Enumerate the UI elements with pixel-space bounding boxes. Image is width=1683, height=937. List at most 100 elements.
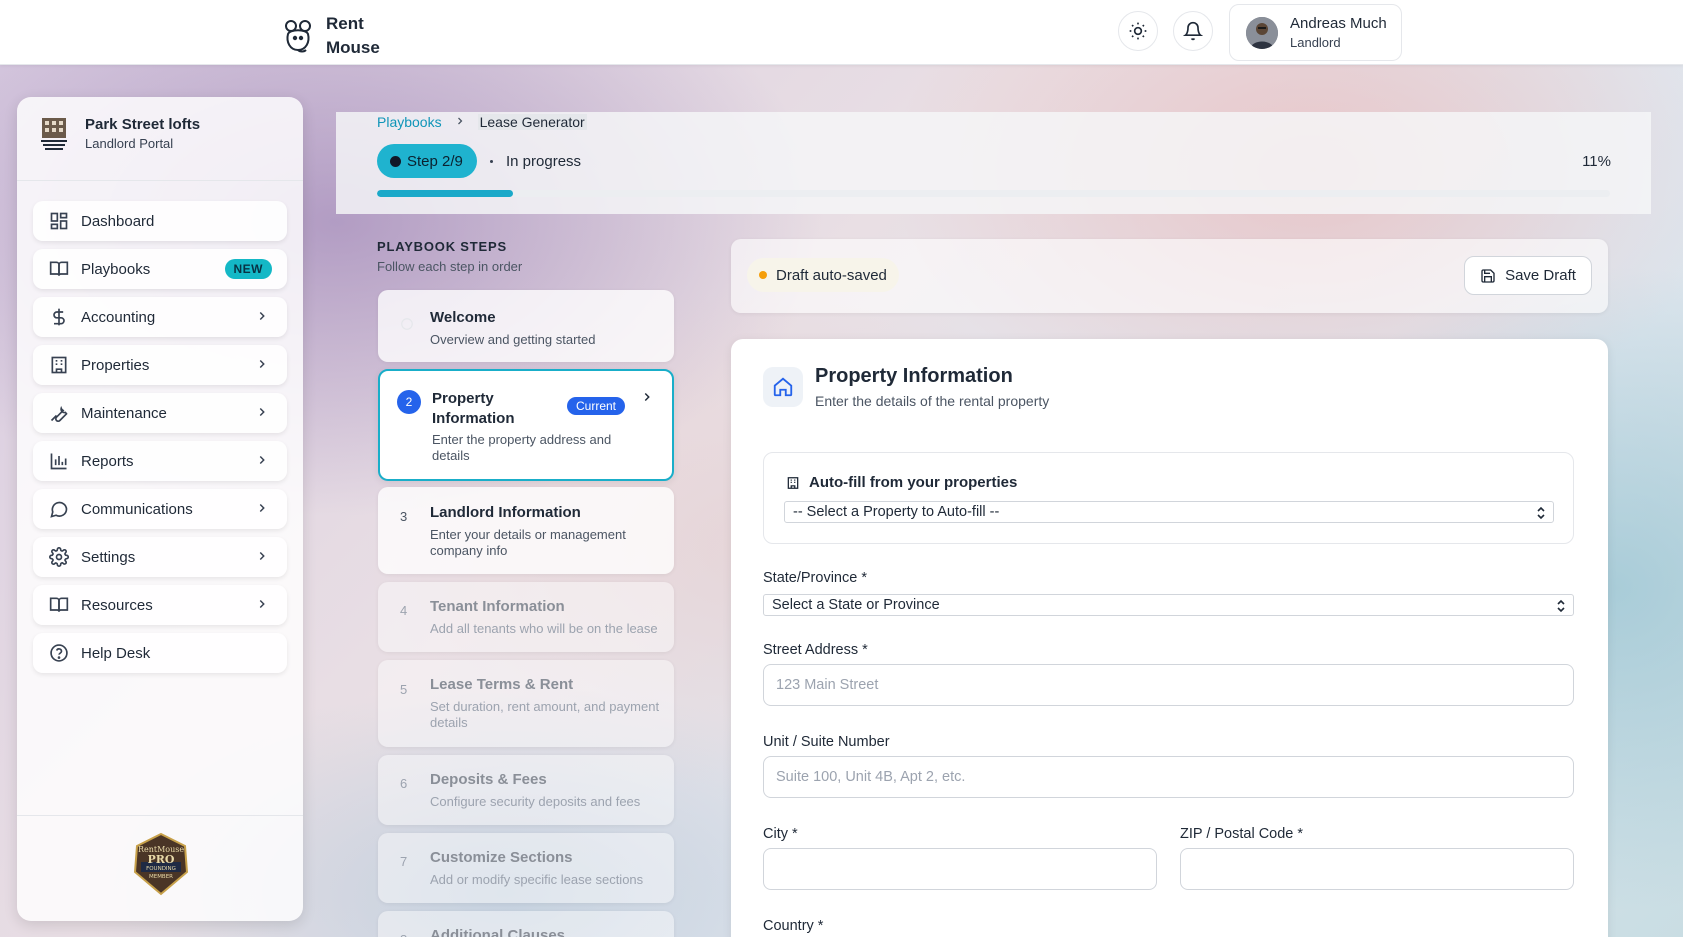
- step-number: 4: [400, 603, 408, 618]
- step-number: 7: [400, 854, 408, 869]
- org-subtitle: Landlord Portal: [85, 135, 174, 151]
- step-description: Set duration, rent amount, and payment d…: [430, 699, 660, 730]
- step-card-property-information[interactable]: 2 Property Information Current Enter the…: [378, 369, 674, 481]
- notifications-button[interactable]: [1173, 11, 1213, 51]
- step-indicator-pill: Step 2/9: [377, 144, 477, 178]
- chevron-right-icon: [259, 551, 265, 561]
- book-open-icon: [49, 597, 69, 612]
- sidebar-item-help-desk[interactable]: Help Desk: [33, 633, 287, 673]
- svg-text:PRO: PRO: [148, 853, 175, 866]
- mouse-logo-icon: [285, 20, 311, 53]
- sidebar-item-label: Reports: [81, 452, 134, 470]
- chevron-right-icon: [259, 359, 265, 369]
- step-name: Customize Sections: [430, 849, 573, 866]
- step-name: Tenant Information: [430, 598, 565, 615]
- draft-status-text: Draft auto-saved: [776, 266, 887, 284]
- step-card-deposits-fees[interactable]: 6 Deposits & Fees Configure security dep…: [378, 755, 674, 825]
- sidebar-item-settings[interactable]: Settings: [33, 537, 287, 577]
- playbook-steps-header: PLAYBOOK STEPS Follow each step in order: [377, 239, 522, 274]
- select-arrows-icon: [1537, 506, 1545, 520]
- building-icon: [787, 476, 799, 489]
- state-label: State/Province *: [763, 570, 867, 586]
- building-icon: [51, 356, 67, 374]
- sidebar-item-dashboard[interactable]: Dashboard: [33, 201, 287, 241]
- step-name: Lease Terms & Rent: [430, 676, 574, 693]
- save-draft-label: Save Draft: [1505, 267, 1576, 284]
- form-subtitle: Enter the details of the rental property: [815, 393, 1050, 409]
- step-name: Property Information: [432, 390, 515, 427]
- unit-suite-label: Unit / Suite Number: [763, 734, 890, 750]
- city-label: City *: [763, 826, 798, 842]
- playbook-progress-panel: Playbooks Lease Generator Step 2/9 In pr…: [336, 112, 1651, 214]
- divider: [17, 180, 303, 181]
- new-badge: NEW: [224, 259, 272, 279]
- zip-label: ZIP / Postal Code *: [1180, 826, 1304, 842]
- progress-bar: [377, 190, 1610, 197]
- property-information-form: Property Information Enter the details o…: [731, 339, 1608, 937]
- sidebar-item-label: Accounting: [81, 308, 156, 326]
- gear-icon: [49, 547, 69, 567]
- book-icon: [49, 261, 69, 276]
- step-name: Deposits & Fees: [430, 771, 547, 788]
- city-input[interactable]: [763, 848, 1157, 890]
- sidebar-item-accounting[interactable]: Accounting: [33, 297, 287, 337]
- user-menu[interactable]: Andreas Much Landlord: [1229, 4, 1402, 61]
- step-name: Additional Clauses: [430, 927, 566, 937]
- draft-dot-icon: [759, 271, 767, 279]
- autofill-section: Auto-fill from your properties -- Select…: [763, 452, 1574, 544]
- step-description: Configure security deposits and fees: [430, 794, 641, 809]
- chevron-right-icon: [259, 599, 265, 609]
- separator-dot: [490, 160, 493, 163]
- save-icon: [1481, 268, 1495, 283]
- brand-logo[interactable]: Rent Mouse: [282, 12, 380, 60]
- step-dot-icon: [390, 155, 401, 167]
- step-number: 2: [397, 390, 421, 414]
- step-card-additional-clauses[interactable]: 8 Additional Clauses: [378, 911, 674, 937]
- sidebar-item-maintenance[interactable]: Maintenance: [33, 393, 287, 433]
- progress-bar-fill: [377, 190, 513, 197]
- chevron-right-icon: [259, 311, 265, 321]
- org-name: Park Street lofts: [85, 115, 201, 133]
- zip-input[interactable]: [1180, 848, 1574, 890]
- step-card-welcome[interactable]: Welcome Overview and getting started: [378, 290, 674, 362]
- step-card-lease-terms[interactable]: 5 Lease Terms & Rent Set duration, rent …: [378, 660, 674, 747]
- steps-title: PLAYBOOK STEPS: [377, 239, 507, 254]
- theme-toggle-button[interactable]: [1118, 11, 1158, 51]
- sidebar-item-properties[interactable]: Properties: [33, 345, 287, 385]
- autofill-property-select[interactable]: -- Select a Property to Auto-fill --: [784, 501, 1554, 523]
- steps-subtitle: Follow each step in order: [377, 259, 523, 274]
- chevron-right-icon: [644, 392, 650, 402]
- sidebar-item-reports[interactable]: Reports: [33, 441, 287, 481]
- user-role: Landlord: [1290, 35, 1341, 50]
- sidebar-item-label: Resources: [81, 596, 153, 614]
- user-name: Andreas Much: [1290, 15, 1387, 32]
- org-switcher[interactable]: Park Street lofts Landlord Portal: [39, 114, 200, 152]
- help-circle-icon: [50, 644, 68, 662]
- park-street-lofts-logo: [41, 118, 67, 150]
- step-card-tenant-information[interactable]: 4 Tenant Information Add all tenants who…: [378, 582, 674, 652]
- step-card-customize-sections[interactable]: 7 Customize Sections Add or modify speci…: [378, 833, 674, 903]
- step-description: Enter the property address and details: [432, 432, 612, 463]
- unit-suite-input[interactable]: Suite 100, Unit 4B, Apt 2, etc.: [763, 756, 1574, 798]
- step-number: 8: [400, 932, 407, 937]
- step-description: Enter your details or management company…: [430, 527, 626, 558]
- current-badge: Current: [567, 397, 626, 415]
- step-number: 6: [400, 776, 408, 791]
- sidebar-item-communications[interactable]: Communications: [33, 489, 287, 529]
- sidebar-item-playbooks[interactable]: Playbooks NEW: [33, 249, 287, 289]
- sidebar-item-resources[interactable]: Resources: [33, 585, 287, 625]
- breadcrumb-playbooks-link[interactable]: Playbooks: [377, 114, 442, 130]
- svg-text:FOUNDING: FOUNDING: [146, 866, 176, 872]
- step-label: Step 2/9: [407, 152, 463, 170]
- street-address-input[interactable]: 123 Main Street: [763, 664, 1574, 706]
- divider: [17, 815, 303, 816]
- state-select[interactable]: Select a State or Province: [763, 594, 1574, 616]
- sidebar: Park Street lofts Landlord Portal Dashbo…: [17, 97, 303, 921]
- draft-status-panel: Draft auto-saved Save Draft: [731, 239, 1608, 313]
- step-card-landlord-information[interactable]: 3 Landlord Information Enter your detail…: [378, 487, 674, 574]
- save-draft-button[interactable]: Save Draft: [1464, 256, 1592, 295]
- step-name: Landlord Information: [430, 504, 581, 521]
- sidebar-item-label: Settings: [81, 548, 136, 566]
- step-description: Add or modify specific lease sections: [430, 872, 644, 887]
- sidebar-item-label: Maintenance: [81, 404, 167, 422]
